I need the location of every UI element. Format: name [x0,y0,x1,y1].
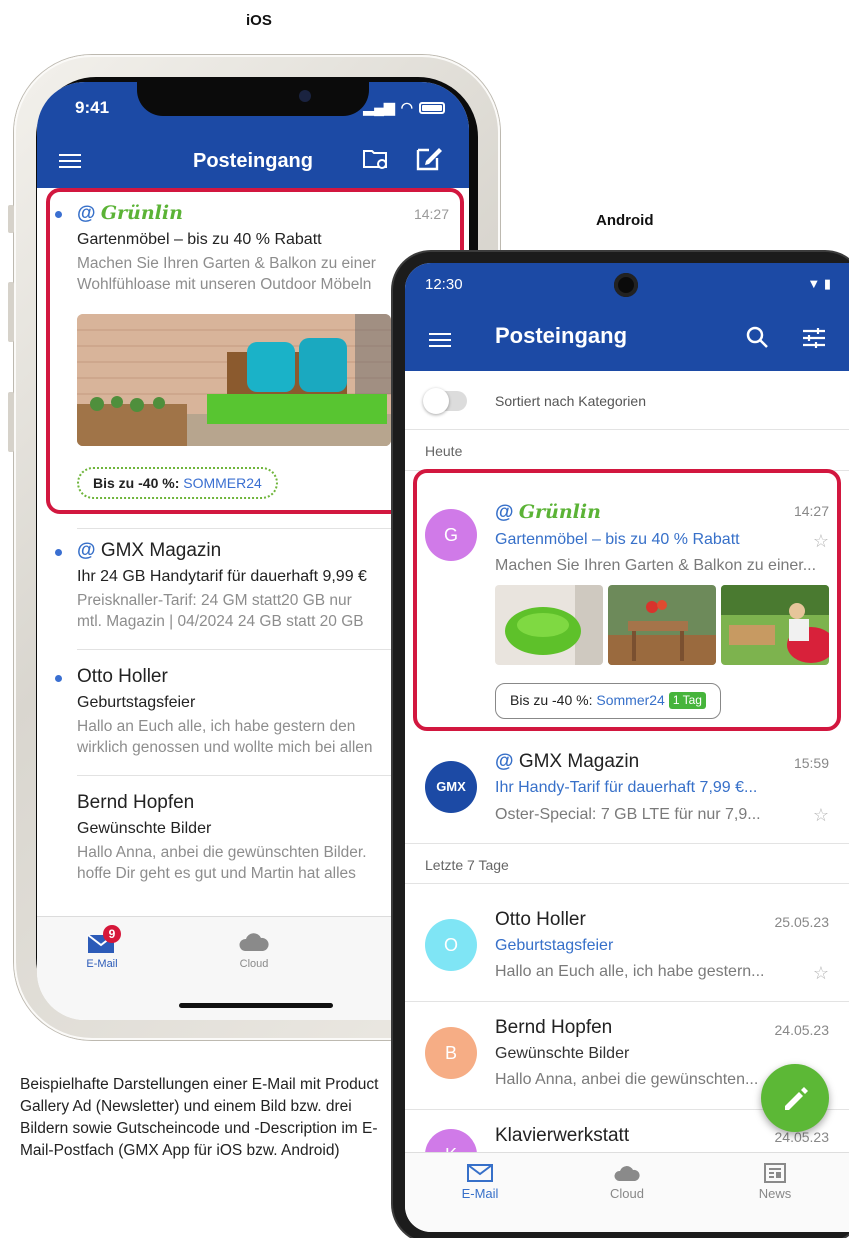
divider [405,429,849,430]
page-title: Posteingang [495,323,628,348]
ad-highlight-frame [413,469,841,731]
mail-preview: Hallo Anna, anbei die gewünschten... [495,1071,759,1088]
tab-cloud-label: Cloud [239,958,269,970]
ios-notch [137,82,369,116]
sort-category-label: Sortiert nach Kategorien [495,393,646,409]
android-label: Android [596,212,654,229]
tab-cloud[interactable]: Cloud [587,1163,667,1201]
filter-settings-icon[interactable] [802,327,826,349]
divider [405,883,849,884]
android-status-time: 12:30 [425,276,463,293]
news-icon [764,1163,786,1183]
signal-icon: ▂▄▆ [363,99,395,115]
wifi-icon: ▼ [807,276,821,291]
front-camera [614,273,638,297]
search-icon[interactable] [745,325,769,349]
mail-preview: Hallo an Euch alle, ich habe gestern... [495,963,765,980]
android-status-bar: 12:30 ▼ ▮ [405,263,849,305]
section-last-7-days: Letzte 7 Tage [425,857,509,873]
mail-sender: @ GMX Magazin [495,751,640,772]
home-indicator[interactable] [179,1003,333,1008]
battery-icon: ▮ [823,276,831,291]
mail-sender: Klavierwerkstatt [495,1125,630,1146]
gmx-at-icon: @ [495,751,514,772]
compose-icon[interactable] [415,144,443,172]
ios-label: iOS [246,12,272,29]
mail-subject: Geburtstagsfeier [495,937,614,954]
gmx-at-icon: @ [77,540,96,561]
tab-news[interactable]: News [735,1163,815,1201]
ios-volume-up-button [8,282,14,342]
avatar: GMX [425,761,477,813]
cloud-icon [614,1166,640,1181]
unread-dot [55,675,62,682]
ios-status-time: 9:41 [75,98,110,117]
star-icon[interactable]: ☆ [813,963,829,984]
android-bottom-nav: E-Mail Cloud News [405,1152,849,1232]
divider [405,843,849,844]
figure-caption: Beispielhafte Darstellungen einer E-Mail… [20,1076,379,1159]
mail-sender: Bernd Hopfen [495,1017,613,1038]
star-icon[interactable]: ☆ [813,805,829,826]
ios-header: 9:41 ▂▄▆ ◠ Posteingang [37,82,469,188]
tab-email[interactable]: 9 E-Mail [77,925,127,970]
tab-cloud-label: Cloud [610,1186,644,1201]
cloud-icon [239,933,269,951]
ios-volume-down-button [8,392,14,452]
mail-icon [467,1164,493,1182]
wifi-icon: ◠ [400,99,413,115]
avatar: O [425,919,477,971]
mail-date: 25.05.23 [774,914,830,930]
ios-status-icons: ▂▄▆ ◠ [363,99,445,116]
unread-badge: 9 [103,925,121,943]
folder-settings-icon[interactable] [363,148,389,170]
mail-subject: Gewünschte Bilder [495,1045,630,1062]
unread-dot [55,549,62,556]
sort-category-toggle[interactable] [423,388,467,414]
tab-email-label: E-Mail [86,958,118,970]
tab-email[interactable]: E-Mail [440,1163,520,1201]
tab-email-label: E-Mail [461,1186,499,1201]
pencil-icon [785,1087,808,1110]
ios-mute-switch [8,205,14,233]
tab-news-label: News [758,1186,792,1201]
compose-fab-button[interactable] [761,1064,829,1132]
mail-preview: Oster-Special: 7 GB LTE für nur 7,9... [495,806,761,823]
tab-cloud[interactable]: Cloud [229,931,279,970]
android-app-bar: Posteingang [405,305,849,371]
mail-subject: Ihr Handy-Tarif für dauerhaft 7,99 €... [495,779,758,796]
mail-time: 15:59 [793,755,829,771]
divider [405,1001,849,1002]
menu-icon[interactable] [429,329,451,351]
mail-date: 24.05.23 [774,1022,830,1038]
page-title: Posteingang [192,150,313,172]
section-today: Heute [425,443,463,459]
android-screen: 12:30 ▼ ▮ Posteingang Sortiert nach Kate… [405,263,849,1232]
avatar: B [425,1027,477,1079]
android-status-icons: ▼ ▮ [807,276,831,292]
front-camera [299,90,311,102]
battery-icon [419,101,445,114]
mail-sender: Otto Holler [495,909,586,930]
